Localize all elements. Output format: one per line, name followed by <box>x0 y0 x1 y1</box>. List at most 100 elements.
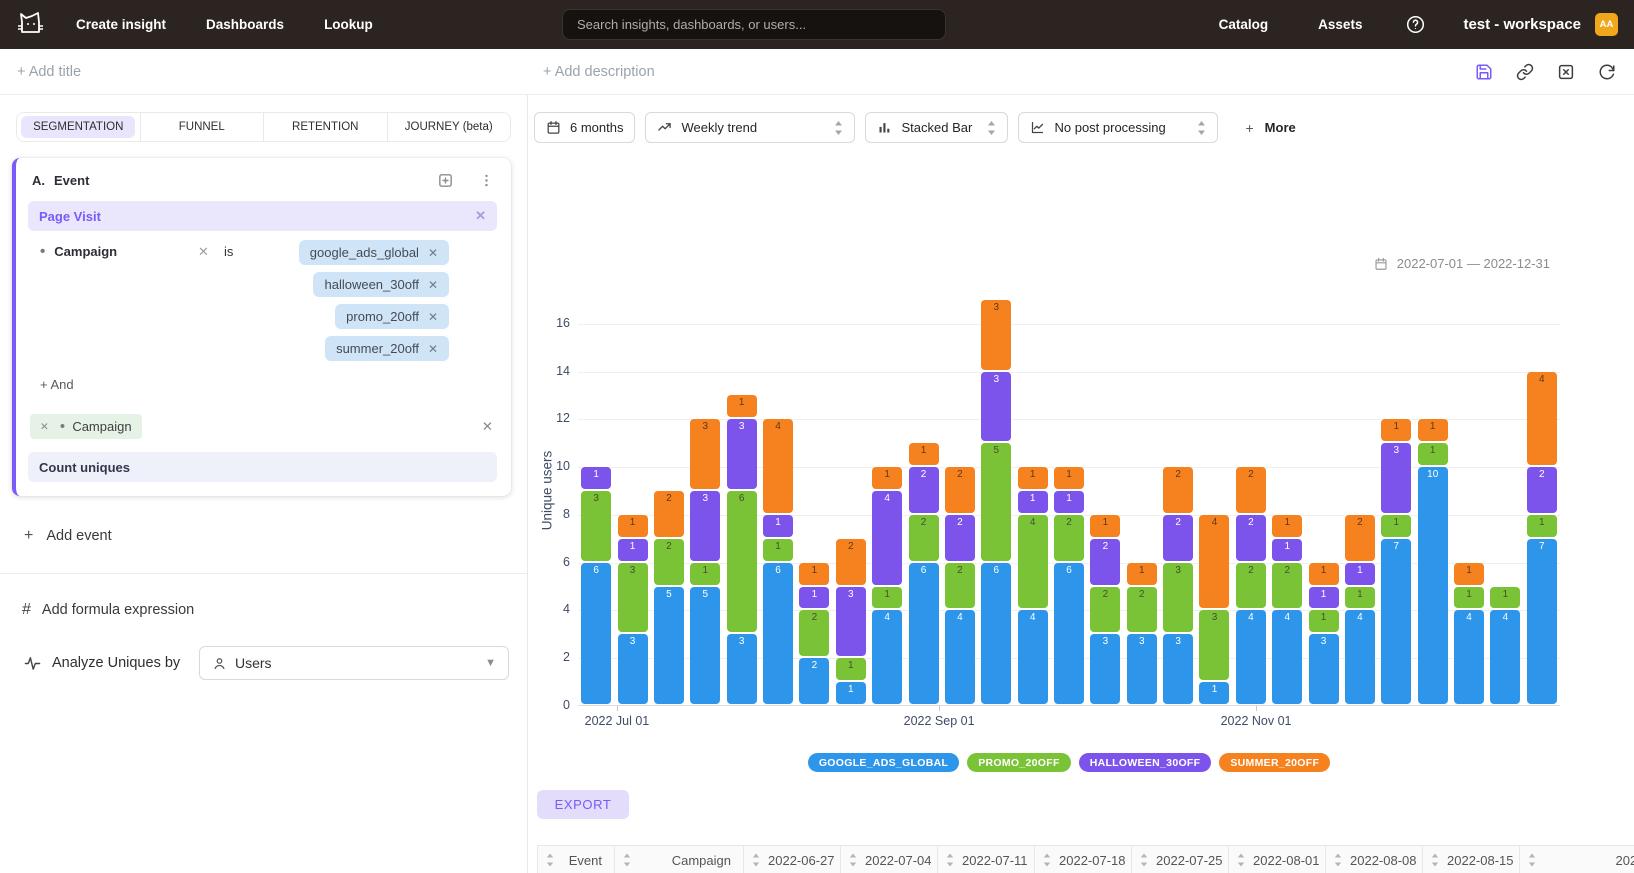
bar-segment-summer_20off[interactable]: 1 <box>909 443 939 465</box>
add-event-button[interactable]: + Add event <box>24 527 527 545</box>
bar-segment-google_ads_global[interactable]: 3 <box>1163 634 1193 704</box>
filter-operator[interactable]: is <box>224 244 290 259</box>
filter-property[interactable]: • Campaign <box>40 244 198 259</box>
tab-journey[interactable]: JOURNEY (beta) <box>388 113 511 141</box>
bar-segment-google_ads_global[interactable]: 7 <box>1381 539 1411 704</box>
bar-segment-promo_20off[interactable]: 1 <box>1454 587 1484 609</box>
remove-value-icon[interactable]: ✕ <box>428 278 438 292</box>
bar-segment-summer_20off[interactable]: 1 <box>1018 467 1048 489</box>
bar-segment-summer_20off[interactable]: 1 <box>1418 419 1448 441</box>
bar-segment-promo_20off[interactable]: 1 <box>1490 587 1520 609</box>
bar-segment-summer_20off[interactable]: 1 <box>1381 419 1411 441</box>
bar-segment-google_ads_global[interactable]: 3 <box>727 634 757 704</box>
table-header-2022-07-04[interactable]: 2022-07-04 <box>841 846 938 873</box>
add-description-field[interactable]: + Add description <box>543 64 655 80</box>
nav-catalog[interactable]: Catalog <box>1219 17 1269 32</box>
bar-segment-halloween_30off[interactable]: 1 <box>1272 539 1302 561</box>
date-range-button[interactable]: 6 months <box>534 112 635 143</box>
analyze-entity-select[interactable]: Users ▼ <box>199 646 509 680</box>
table-header-2022-08-22[interactable]: 2022-08-22 <box>1520 846 1634 873</box>
bar-segment-halloween_30off[interactable]: 4 <box>872 491 902 585</box>
aggregation-selector[interactable]: Count uniques <box>28 452 497 482</box>
bar-segment-summer_20off[interactable]: 1 <box>1454 563 1484 585</box>
bar-segment-google_ads_global[interactable]: 3 <box>618 634 648 704</box>
bar-segment-promo_20off[interactable]: 1 <box>690 563 720 585</box>
bar-segment-google_ads_global[interactable]: 5 <box>654 587 684 704</box>
filter-value-tag[interactable]: halloween_30off✕ <box>313 272 449 297</box>
bar-segment-promo_20off[interactable]: 2 <box>945 563 975 609</box>
bar-segment-summer_20off[interactable]: 1 <box>1054 467 1084 489</box>
bar-segment-promo_20off[interactable]: 1 <box>836 658 866 680</box>
bar-segment-halloween_30off[interactable]: 3 <box>690 491 720 561</box>
bar-segment-google_ads_global[interactable]: 6 <box>1054 563 1084 704</box>
bar-segment-promo_20off[interactable]: 2 <box>1272 563 1302 609</box>
bar-segment-promo_20off[interactable]: 5 <box>981 443 1011 560</box>
bar-segment-google_ads_global[interactable]: 4 <box>1490 610 1520 704</box>
remove-value-icon[interactable]: ✕ <box>428 310 438 324</box>
legend-pill-promo_20off[interactable]: PROMO_20OFF <box>967 753 1070 772</box>
bar-segment-summer_20off[interactable]: 2 <box>1236 467 1266 513</box>
bar-segment-promo_20off[interactable]: 1 <box>1381 515 1411 537</box>
remove-value-icon[interactable]: ✕ <box>428 342 438 356</box>
table-header-2022-08-15[interactable]: 2022-08-15 <box>1423 846 1520 873</box>
remove-value-icon[interactable]: ✕ <box>428 246 438 260</box>
bar-segment-halloween_30off[interactable]: 2 <box>945 515 975 561</box>
bar-segment-promo_20off[interactable]: 1 <box>763 539 793 561</box>
breakdown-tag[interactable]: ✕ • Campaign <box>30 414 142 439</box>
bar-segment-google_ads_global[interactable]: 4 <box>1236 610 1266 704</box>
more-button[interactable]: + More <box>1245 120 1295 136</box>
nav-assets[interactable]: Assets <box>1318 17 1362 32</box>
bar-segment-promo_20off[interactable]: 1 <box>1345 587 1375 609</box>
remove-breakdown-icon[interactable]: ✕ <box>40 421 49 433</box>
chart-type-select[interactable]: Stacked Bar <box>865 112 1008 143</box>
bar-segment-google_ads_global[interactable]: 4 <box>1018 610 1048 704</box>
table-header-event[interactable]: Event <box>538 846 615 873</box>
bar-segment-google_ads_global[interactable]: 3 <box>1090 634 1120 704</box>
table-header-2022-07-25[interactable]: 2022-07-25 <box>1132 846 1229 873</box>
event-menu-icon[interactable] <box>478 172 495 189</box>
bar-segment-promo_20off[interactable]: 1 <box>1418 443 1448 465</box>
bar-segment-summer_20off[interactable]: 4 <box>763 419 793 513</box>
filter-value-tag[interactable]: promo_20off✕ <box>335 304 449 329</box>
bar-segment-summer_20off[interactable]: 4 <box>1527 372 1557 466</box>
bar-segment-summer_20off[interactable]: 2 <box>945 467 975 513</box>
bar-segment-summer_20off[interactable]: 3 <box>690 419 720 489</box>
bar-segment-promo_20off[interactable]: 1 <box>872 587 902 609</box>
table-header-campaign[interactable]: Campaign <box>615 846 744 873</box>
bar-segment-summer_20off[interactable]: 2 <box>654 491 684 537</box>
tab-retention[interactable]: RETENTION <box>264 113 388 141</box>
save-icon[interactable] <box>1475 63 1493 81</box>
add-and-filter-button[interactable]: + And <box>40 377 86 392</box>
bar-segment-summer_20off[interactable]: 1 <box>799 563 829 585</box>
bar-segment-halloween_30off[interactable]: 1 <box>581 467 611 489</box>
bar-segment-promo_20off[interactable]: 1 <box>1527 515 1557 537</box>
bar-segment-halloween_30off[interactable]: 1 <box>1309 587 1339 609</box>
bar-segment-google_ads_global[interactable]: 1 <box>836 682 866 704</box>
share-link-icon[interactable] <box>1516 63 1534 81</box>
bar-segment-promo_20off[interactable]: 6 <box>727 491 757 632</box>
filter-value-tag[interactable]: summer_20off✕ <box>325 336 449 361</box>
bar-segment-summer_20off[interactable]: 3 <box>981 300 1011 370</box>
bar-segment-google_ads_global[interactable]: 3 <box>1127 634 1157 704</box>
bar-segment-google_ads_global[interactable]: 2 <box>799 658 829 704</box>
remove-filter-icon[interactable]: ✕ <box>198 244 224 260</box>
bar-segment-summer_20off[interactable]: 2 <box>1345 515 1375 561</box>
bar-segment-google_ads_global[interactable]: 5 <box>690 587 720 704</box>
bar-segment-halloween_30off[interactable]: 3 <box>1381 443 1411 513</box>
bar-segment-google_ads_global[interactable]: 3 <box>1309 634 1339 704</box>
legend-pill-summer_20off[interactable]: SUMMER_20OFF <box>1219 753 1330 772</box>
bar-segment-halloween_30off[interactable]: 2 <box>1090 539 1120 585</box>
bar-segment-promo_20off[interactable]: 3 <box>618 563 648 633</box>
refresh-icon[interactable] <box>1598 63 1616 81</box>
bar-segment-google_ads_global[interactable]: 4 <box>1272 610 1302 704</box>
bar-segment-halloween_30off[interactable]: 2 <box>1236 515 1266 561</box>
bar-segment-promo_20off[interactable]: 2 <box>1127 587 1157 633</box>
bar-segment-summer_20off[interactable]: 1 <box>1272 515 1302 537</box>
bar-segment-summer_20off[interactable]: 1 <box>618 515 648 537</box>
table-header-2022-08-08[interactable]: 2022-08-08 <box>1326 846 1423 873</box>
bar-segment-google_ads_global[interactable]: 6 <box>909 563 939 704</box>
duplicate-event-icon[interactable] <box>437 172 454 189</box>
bar-segment-google_ads_global[interactable]: 10 <box>1418 467 1448 704</box>
nav-dashboards[interactable]: Dashboards <box>206 17 284 32</box>
bar-segment-summer_20off[interactable]: 2 <box>1163 467 1193 513</box>
